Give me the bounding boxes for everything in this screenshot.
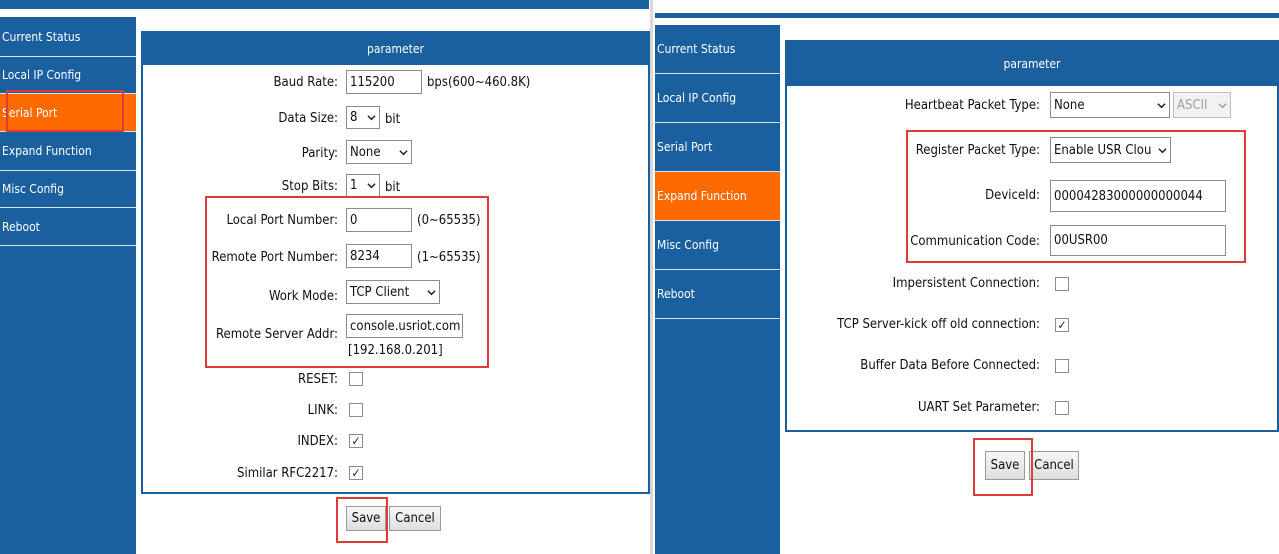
kick-off-checkbox[interactable]: ✓ xyxy=(1055,318,1069,332)
chevron-down-icon xyxy=(1157,102,1166,108)
sidebar-item-local-ip-config[interactable]: Local IP Config xyxy=(0,57,136,94)
link-label: LINK: xyxy=(307,403,338,418)
reset-checkbox[interactable] xyxy=(349,372,363,386)
register-value: Enable USR Clou xyxy=(1054,142,1152,158)
heartbeat-select[interactable]: None xyxy=(1050,92,1170,118)
work-mode-select[interactable]: TCP Client xyxy=(346,280,440,304)
sidebar-item-serial-port[interactable]: Serial Port xyxy=(0,94,136,132)
stop-bits-select[interactable]: 1 xyxy=(346,174,380,197)
parity-label: Parity: xyxy=(301,146,338,161)
uart-label: UART Set Parameter: xyxy=(917,400,1040,415)
remote-port-hint: (1~65535) xyxy=(417,250,481,265)
sidebar-item-misc-config[interactable]: Misc Config xyxy=(655,221,780,270)
impersistent-checkbox[interactable] xyxy=(1055,277,1069,291)
sidebar-item-reboot[interactable]: Reboot xyxy=(655,270,780,319)
register-label: Register Packet Type: xyxy=(915,143,1040,158)
index-label: INDEX: xyxy=(297,434,338,449)
buffer-label: Buffer Data Before Connected: xyxy=(860,358,1040,373)
right-sidebar: Current Status Local IP Config Serial Po… xyxy=(655,25,780,554)
link-checkbox[interactable] xyxy=(349,403,363,417)
rfc2217-checkbox[interactable]: ✓ xyxy=(349,466,363,480)
buffer-checkbox[interactable] xyxy=(1055,359,1069,373)
screenshot-divider xyxy=(650,0,653,554)
heartbeat-value: None xyxy=(1054,97,1085,113)
sidebar-item-reboot[interactable]: Reboot xyxy=(0,208,136,246)
chevron-down-icon xyxy=(367,183,376,189)
data-size-unit: bit xyxy=(385,112,401,127)
comm-code-input[interactable]: 00USR00 xyxy=(1050,225,1226,256)
sidebar-item-local-ip-config[interactable]: Local IP Config xyxy=(655,74,780,123)
baud-rate-hint: bps(600~460.8K) xyxy=(427,75,531,90)
left-top-bar xyxy=(0,0,649,9)
chevron-down-icon xyxy=(399,149,408,155)
sidebar-item-serial-port[interactable]: Serial Port xyxy=(655,123,780,172)
remote-addr-input[interactable]: console.usriot.com xyxy=(346,314,463,338)
kick-off-label: TCP Server-kick off old connection: xyxy=(837,317,1040,332)
data-size-value: 8 xyxy=(350,110,358,125)
rfc2217-label: Similar RFC2217: xyxy=(237,466,338,481)
chevron-down-icon xyxy=(1158,147,1167,153)
baud-rate-label: Baud Rate: xyxy=(273,75,338,90)
remote-port-label: Remote Port Number: xyxy=(211,250,338,265)
work-mode-value: TCP Client xyxy=(350,284,410,300)
checkmark-icon: ✓ xyxy=(351,466,361,480)
left-cancel-button[interactable]: Cancel xyxy=(389,506,441,531)
chevron-down-icon xyxy=(367,115,376,121)
remote-port-input[interactable]: 8234 xyxy=(346,244,412,268)
remote-addr-resolved: [192.168.0.201] xyxy=(348,343,443,358)
left-save-button[interactable]: Save xyxy=(346,506,386,531)
sidebar-item-misc-config[interactable]: Misc Config xyxy=(0,171,136,208)
heartbeat-format-value: ASCII xyxy=(1177,97,1208,113)
stop-bits-label: Stop Bits: xyxy=(281,179,338,194)
sidebar-item-current-status[interactable]: Current Status xyxy=(655,25,780,74)
local-port-hint: (0~65535) xyxy=(417,213,481,228)
right-save-button[interactable]: Save xyxy=(985,451,1025,480)
reset-label: RESET: xyxy=(298,372,338,387)
sidebar-item-expand-function[interactable]: Expand Function xyxy=(655,172,780,221)
right-cancel-button[interactable]: Cancel xyxy=(1029,451,1079,480)
local-port-label: Local Port Number: xyxy=(226,213,338,228)
baud-rate-input[interactable]: 115200 xyxy=(346,70,422,94)
heartbeat-label: Heartbeat Packet Type: xyxy=(904,98,1040,113)
uart-checkbox[interactable] xyxy=(1055,401,1069,415)
data-size-select[interactable]: 8 xyxy=(346,106,380,129)
work-mode-label: Work Mode: xyxy=(268,289,338,304)
register-select[interactable]: Enable USR Clou xyxy=(1050,137,1171,163)
device-id-label: DeviceId: xyxy=(985,188,1040,203)
right-parameter-header: parameter xyxy=(787,42,1277,86)
heartbeat-format-select: ASCII xyxy=(1173,92,1231,118)
device-id-input[interactable]: 00004283000000000044 xyxy=(1050,180,1226,212)
stop-bits-unit: bit xyxy=(385,180,401,195)
stop-bits-value: 1 xyxy=(350,178,358,193)
remote-addr-label: Remote Server Addr: xyxy=(216,327,338,342)
comm-code-label: Communication Code: xyxy=(910,234,1040,249)
sidebar-item-current-status[interactable]: Current Status xyxy=(0,17,136,57)
sidebar-item-expand-function[interactable]: Expand Function xyxy=(0,132,136,171)
left-parameter-header: parameter xyxy=(143,33,648,65)
right-top-bar xyxy=(655,13,1279,18)
local-port-input[interactable]: 0 xyxy=(346,208,412,232)
index-checkbox[interactable]: ✓ xyxy=(349,434,363,448)
impersistent-label: Impersistent Connection: xyxy=(892,276,1040,291)
checkmark-icon: ✓ xyxy=(351,434,361,448)
chevron-down-icon xyxy=(427,289,436,295)
parity-value: None xyxy=(350,144,381,160)
parity-select[interactable]: None xyxy=(346,140,412,164)
checkmark-icon: ✓ xyxy=(1057,318,1067,332)
left-sidebar: Current Status Local IP Config Serial Po… xyxy=(0,17,136,554)
data-size-label: Data Size: xyxy=(278,111,338,126)
chevron-down-icon xyxy=(1218,102,1227,108)
